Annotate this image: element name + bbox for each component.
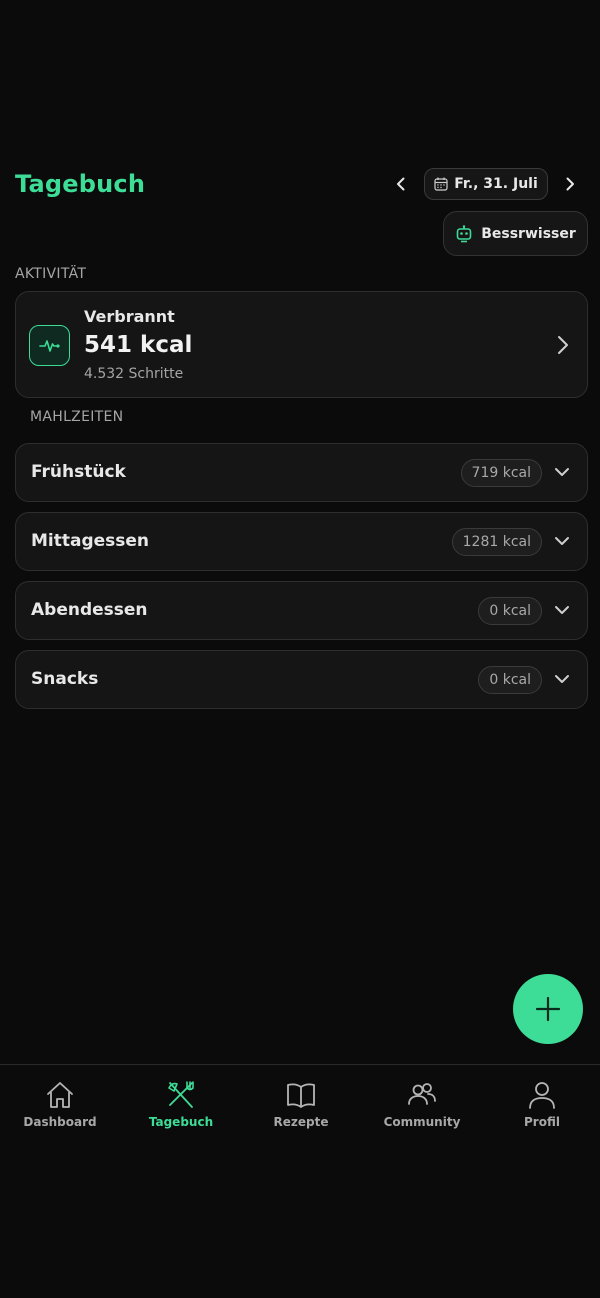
plus-icon xyxy=(535,996,561,1022)
chevron-right-icon xyxy=(558,336,568,354)
meal-card-snacks[interactable]: Snacks 0 kcal xyxy=(15,650,588,709)
meal-name: Mittagessen xyxy=(31,531,150,551)
meal-kcal-badge: 719 kcal xyxy=(460,459,542,487)
activity-section-label: AKTIVITÄT xyxy=(15,266,87,282)
meal-card-lunch[interactable]: Mittagessen 1281 kcal xyxy=(15,512,588,571)
meal-name: Frühstück xyxy=(31,462,126,482)
previous-day-button[interactable] xyxy=(389,172,413,196)
next-day-button[interactable] xyxy=(558,172,582,196)
meal-kcal-badge: 0 kcal xyxy=(478,666,542,694)
nav-item-dashboard[interactable]: Dashboard xyxy=(5,1079,115,1137)
robot-icon xyxy=(456,224,472,242)
home-icon xyxy=(47,1082,73,1108)
chevron-down-icon[interactable] xyxy=(553,532,571,550)
bottom-nav: Dashboard Tagebuch Rezepte Community Pro… xyxy=(0,1064,600,1138)
date-label: Fr., 31. Juli xyxy=(454,176,538,192)
meal-name: Abendessen xyxy=(31,600,148,620)
meal-kcal-badge: 0 kcal xyxy=(478,597,542,625)
activity-card[interactable]: Verbrannt 541 kcal 4.532 Schritte xyxy=(15,291,588,398)
nav-label: Tagebuch xyxy=(148,1115,214,1129)
chevron-down-icon[interactable] xyxy=(553,463,571,481)
nav-label: Dashboard xyxy=(23,1115,97,1129)
chevron-left-icon xyxy=(397,177,405,191)
meal-card-breakfast[interactable]: Frühstück 719 kcal xyxy=(15,443,588,502)
users-icon xyxy=(408,1083,436,1105)
advisor-label: Bessrwisser xyxy=(481,225,576,242)
meal-kcal-badge: 1281 kcal xyxy=(451,528,542,556)
book-icon xyxy=(287,1083,315,1108)
meal-card-dinner[interactable]: Abendessen 0 kcal xyxy=(15,581,588,640)
user-icon xyxy=(529,1082,555,1109)
chevron-right-icon xyxy=(566,177,574,191)
nav-label: Community xyxy=(383,1115,461,1129)
chevron-down-icon[interactable] xyxy=(553,601,571,619)
meal-name: Snacks xyxy=(31,669,99,689)
page-title: Tagebuch xyxy=(15,170,146,198)
nav-label: Rezepte xyxy=(273,1115,329,1129)
burned-calories-value: 541 kcal xyxy=(84,332,193,358)
fork-knife-icon xyxy=(168,1081,194,1108)
nav-item-community[interactable]: Community xyxy=(367,1079,477,1137)
advisor-button[interactable]: Bessrwisser xyxy=(443,211,588,256)
chevron-down-icon[interactable] xyxy=(553,670,571,688)
meals-section-label: MAHLZEITEN xyxy=(30,409,124,425)
nav-item-profil[interactable]: Profil xyxy=(487,1079,597,1137)
heartbeat-icon xyxy=(38,339,60,352)
calendar-icon xyxy=(434,177,448,191)
activity-icon-box xyxy=(29,325,70,366)
nav-item-tagebuch[interactable]: Tagebuch xyxy=(126,1079,236,1137)
steps-count: 4.532 Schritte xyxy=(84,366,184,382)
header: Tagebuch Fr., 31. Juli xyxy=(15,166,588,202)
date-picker-button[interactable]: Fr., 31. Juli xyxy=(424,168,548,200)
add-entry-button[interactable] xyxy=(513,974,583,1044)
nav-item-rezepte[interactable]: Rezepte xyxy=(246,1079,356,1137)
activity-title: Verbrannt xyxy=(84,307,175,326)
nav-label: Profil xyxy=(524,1115,560,1129)
